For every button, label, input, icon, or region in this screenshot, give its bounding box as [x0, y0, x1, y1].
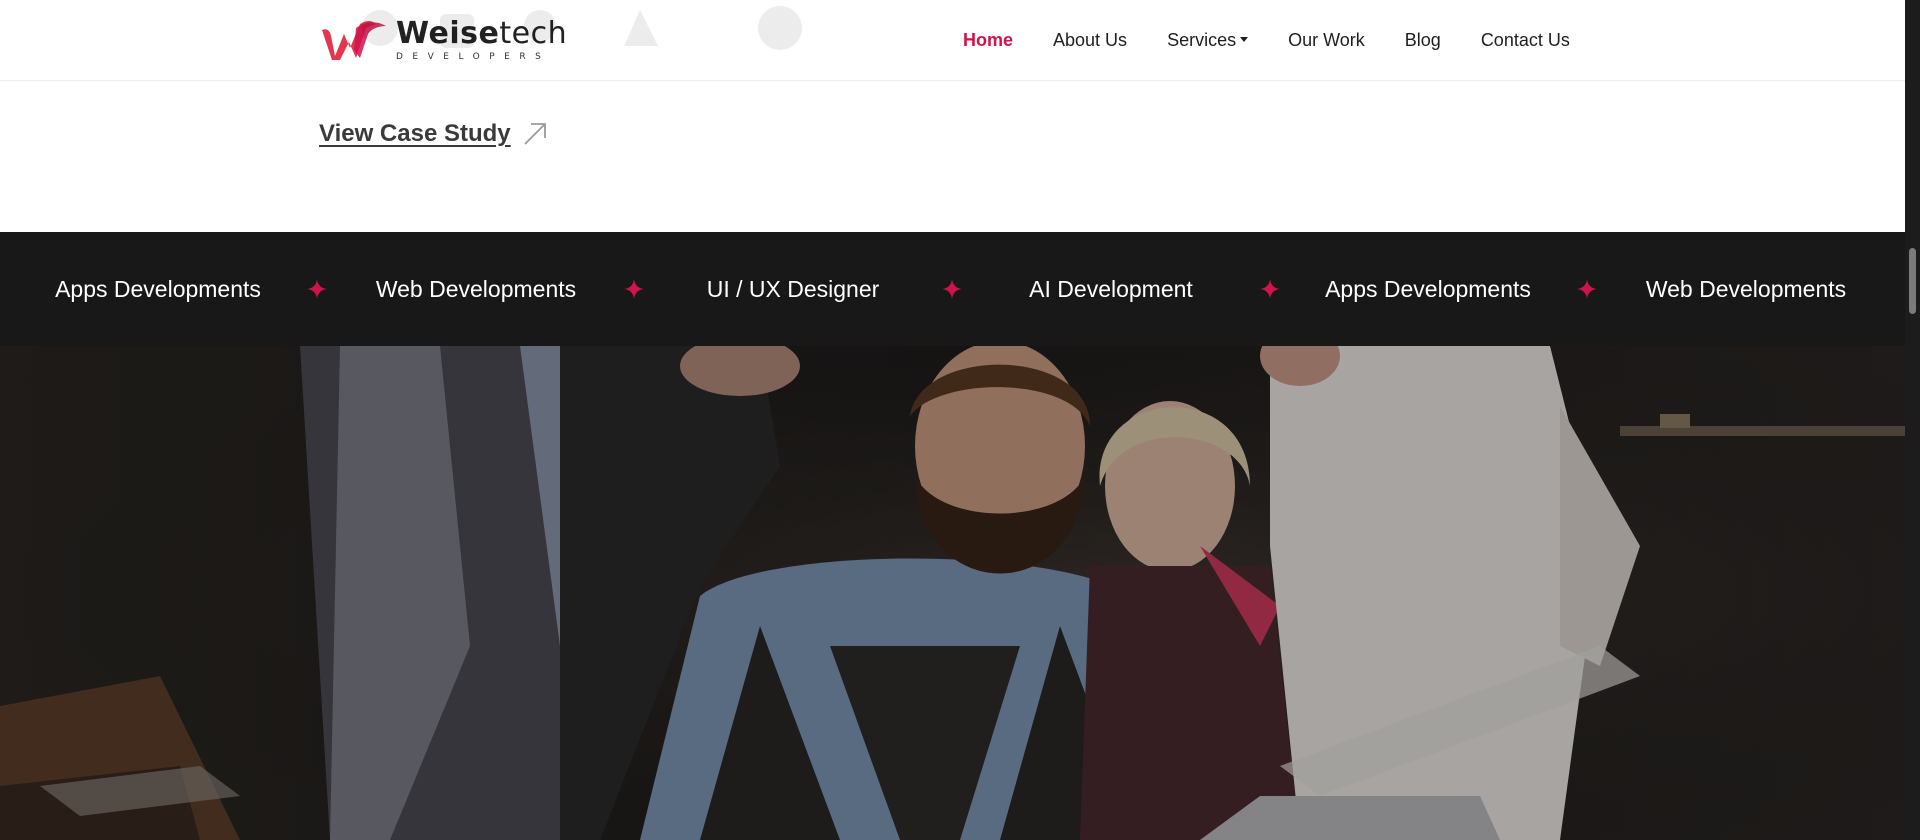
sparkle-star-icon: [1577, 279, 1597, 299]
sparkle-star-icon: [942, 279, 962, 299]
team-photo: [0, 346, 1905, 840]
ticker-item: Web Developments: [1645, 276, 1847, 302]
ticker-item: Web Developments: [375, 276, 577, 302]
nav-contact-us[interactable]: Contact Us: [1481, 30, 1570, 51]
ticker-item: Apps Developments: [55, 276, 261, 302]
ticker-item: Apps Developments: [1325, 276, 1531, 302]
logo-name: Weisetech: [396, 16, 568, 51]
nav-home[interactable]: Home: [963, 30, 1013, 51]
view-case-study-link[interactable]: View Case Study: [319, 120, 549, 148]
brand-logo[interactable]: Weisetech DEVELOPERS: [320, 18, 567, 62]
ticker-item: AI Development: [1029, 276, 1193, 302]
nav-about-us[interactable]: About Us: [1053, 30, 1127, 51]
logo-subtitle: DEVELOPERS: [396, 52, 551, 62]
sparkle-star-icon: [624, 279, 644, 299]
chevron-down-icon: [1240, 36, 1249, 42]
nav-services[interactable]: Services: [1167, 30, 1249, 51]
sparkle-star-icon: [307, 279, 327, 299]
team-photo-illustration: [0, 346, 1905, 840]
page-scrollbar[interactable]: [1905, 0, 1920, 840]
site-header: Weisetech DEVELOPERS Home About Us Servi…: [0, 0, 1905, 81]
view-case-study-label: View Case Study: [319, 120, 511, 147]
services-ticker: Apps Developments Web Developments UI / …: [0, 232, 1905, 346]
arrow-up-right-icon: [524, 123, 546, 145]
logo-wordmark: Weisetech DEVELOPERS: [396, 16, 568, 63]
ticker-item: UI / UX Designer: [706, 276, 880, 302]
sparkle-star-icon: [1260, 279, 1280, 299]
nav-blog[interactable]: Blog: [1405, 30, 1441, 51]
nav-services-label: Services: [1167, 30, 1237, 50]
nav-our-work[interactable]: Our Work: [1288, 30, 1365, 51]
logo-mark-icon: [322, 21, 386, 60]
scrollbar-thumb[interactable]: [1909, 248, 1916, 314]
main-nav: Home About Us Services Our Work Blog Con…: [963, 30, 1570, 51]
